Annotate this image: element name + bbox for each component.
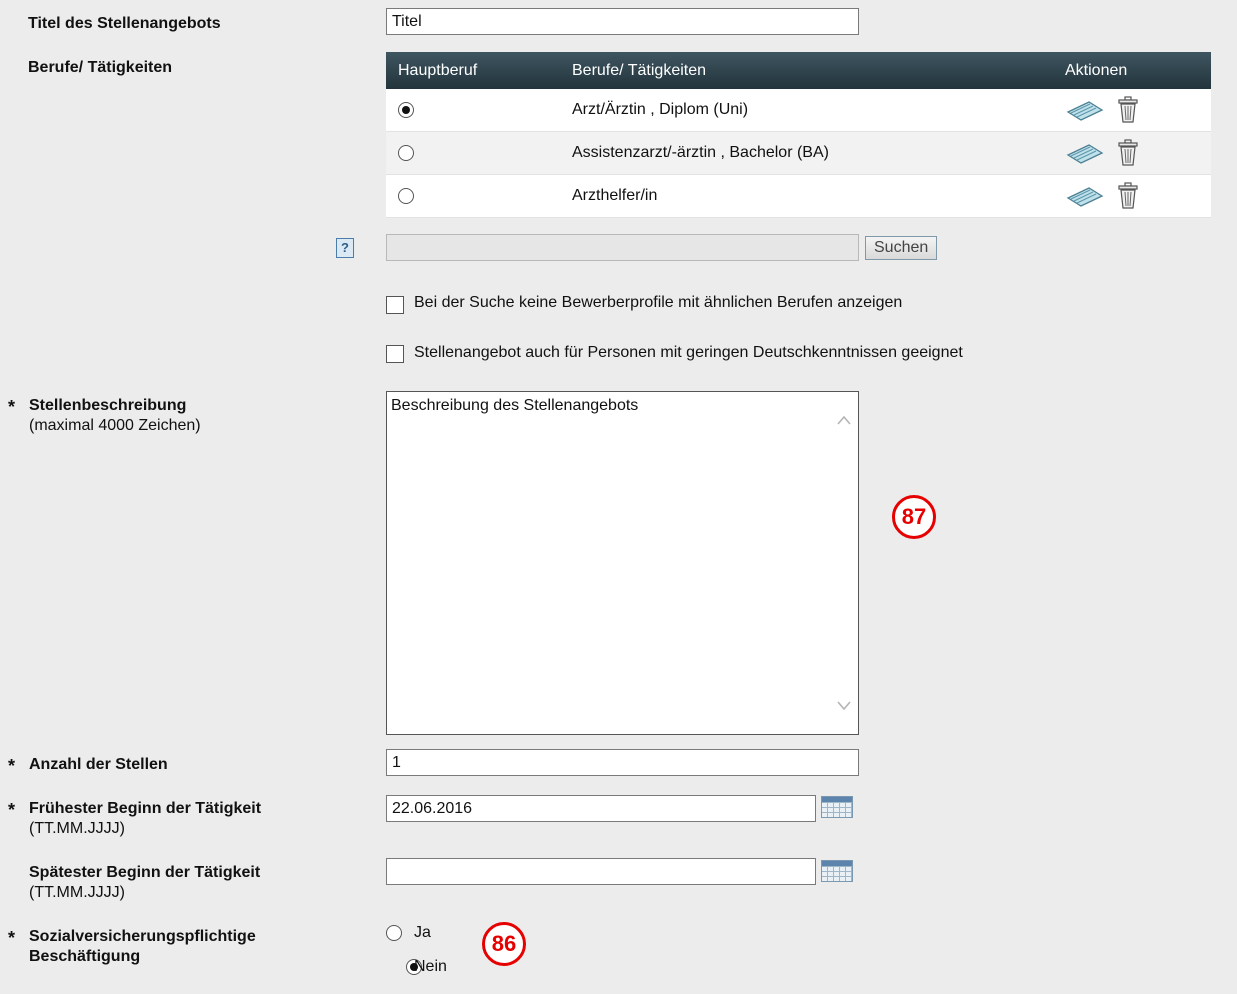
german-skills-checkbox[interactable] — [386, 345, 404, 363]
latest-start-label: Spätester Beginn der Tätigkeit — [29, 864, 261, 881]
table-row: Arzt/Ärztin , Diplom (Uni) — [386, 89, 1211, 132]
required-star: * — [8, 397, 16, 417]
occupations-label: Berufe/ Tätigkeiten — [28, 59, 173, 76]
social-insurance-label: Sozialversicherungspflichtige — [29, 928, 256, 945]
description-hint: (maximal 4000 Zeichen) — [29, 417, 201, 434]
table-row: Assistenzarzt/-ärztin , Bachelor (BA) — [386, 131, 1211, 175]
search-button[interactable]: Suchen — [865, 236, 938, 260]
required-star: * — [8, 756, 16, 776]
scroll-up-icon[interactable] — [836, 414, 852, 426]
pencil-edit-icon[interactable] — [1065, 184, 1105, 208]
occupations-table: Hauptberuf Berufe/ Tätigkeiten Aktionen … — [386, 52, 1211, 218]
main-occupation-radio[interactable] — [398, 187, 414, 204]
german-skills-label: Stellenangebot auch für Personen mit ger… — [414, 344, 963, 361]
header-actions: Aktionen — [1053, 52, 1211, 89]
count-label: Anzahl der Stellen — [29, 756, 168, 773]
occupation-search-input[interactable] — [386, 234, 859, 261]
title-label: Titel des Stellenangebots — [28, 15, 221, 32]
required-star: * — [8, 928, 16, 948]
header-occupation: Berufe/ Tätigkeiten — [560, 52, 1053, 89]
description-textarea[interactable]: Beschreibung des Stellenangebots — [386, 391, 859, 735]
earliest-start-hint: (TT.MM.JJJJ) — [29, 820, 125, 837]
table-row: Arzthelfer/in — [386, 174, 1211, 218]
trash-icon[interactable] — [1117, 139, 1139, 167]
description-text: Beschreibung des Stellenangebots — [391, 397, 639, 414]
social-insurance-label-2: Beschäftigung — [29, 948, 141, 965]
trash-icon[interactable] — [1117, 96, 1139, 124]
title-input[interactable] — [386, 8, 859, 35]
occupation-name: Assistenzarzt/-ärztin , Bachelor (BA) — [560, 131, 1053, 175]
annotation-marker: 86 — [482, 922, 526, 966]
count-input[interactable] — [386, 749, 859, 776]
social-no-label: Nein — [414, 958, 447, 975]
latest-start-hint: (TT.MM.JJJJ) — [29, 884, 125, 901]
earliest-start-label: Frühester Beginn der Tätigkeit — [29, 800, 262, 817]
help-icon[interactable]: ? — [336, 238, 354, 258]
header-main: Hauptberuf — [386, 52, 560, 89]
occupation-name: Arzthelfer/in — [560, 174, 1053, 218]
required-star: * — [8, 800, 16, 820]
earliest-start-input[interactable] — [386, 795, 816, 822]
annotation-marker: 87 — [892, 495, 936, 539]
pencil-edit-icon[interactable] — [1065, 98, 1105, 122]
similar-occupations-label: Bei der Suche keine Bewerberprofile mit … — [414, 294, 903, 311]
trash-icon[interactable] — [1117, 182, 1139, 210]
calendar-icon[interactable] — [821, 860, 853, 882]
main-occupation-radio[interactable] — [398, 101, 414, 118]
calendar-icon[interactable] — [821, 796, 853, 818]
similar-occupations-checkbox[interactable] — [386, 296, 404, 314]
social-yes-label: Ja — [414, 924, 431, 941]
main-occupation-radio[interactable] — [398, 144, 414, 161]
pencil-edit-icon[interactable] — [1065, 141, 1105, 165]
scroll-down-icon[interactable] — [836, 700, 852, 712]
occupation-name: Arzt/Ärztin , Diplom (Uni) — [560, 89, 1053, 132]
description-scrollbar[interactable] — [830, 392, 858, 734]
social-yes-radio[interactable] — [386, 924, 402, 941]
latest-start-input[interactable] — [386, 858, 816, 885]
description-label: Stellenbeschreibung — [29, 397, 187, 414]
